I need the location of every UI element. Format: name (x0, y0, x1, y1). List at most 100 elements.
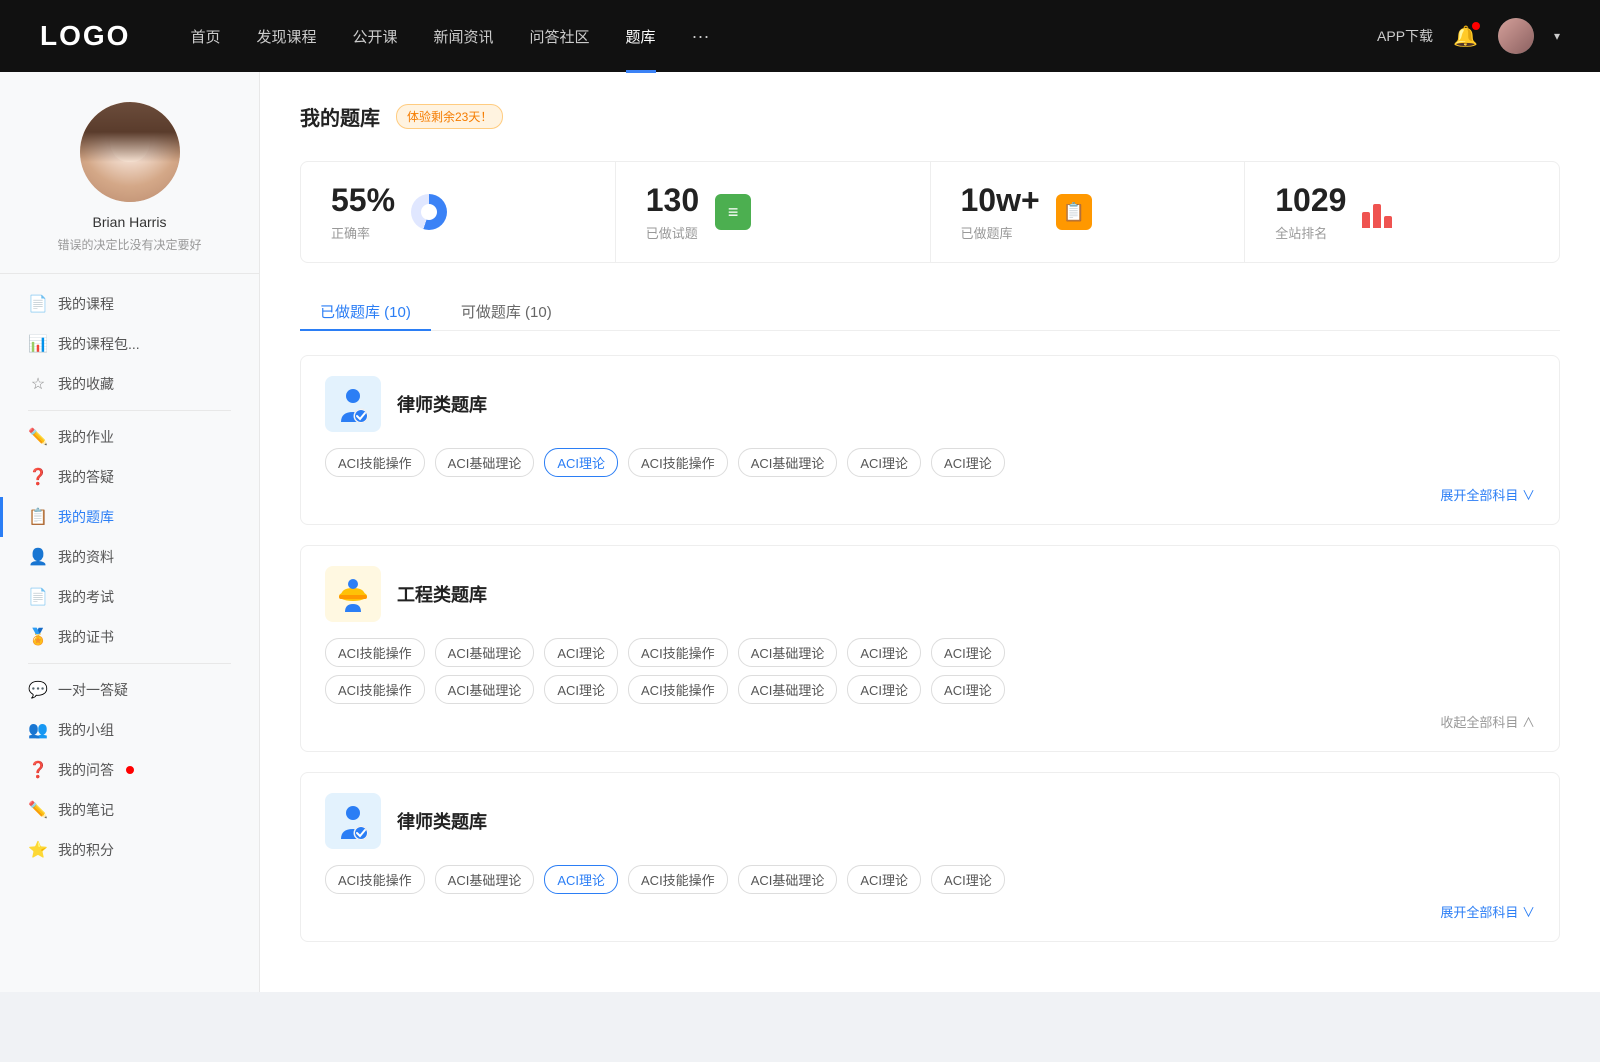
lawyer-svg-1 (333, 384, 373, 424)
trial-badge: 体验剩余23天！ (396, 104, 503, 129)
logo[interactable]: LOGO (40, 20, 130, 52)
stat-ranking: 1029 全站排名 (1245, 162, 1559, 262)
sidebar-item-homework[interactable]: ✏️ 我的作业 (10, 417, 249, 457)
sidebar-item-quiz-bank[interactable]: 📋 我的题库 (10, 497, 249, 537)
tag-eng-1-6[interactable]: ACI理论 (847, 638, 921, 667)
avatar-chevron-icon[interactable]: ▾ (1554, 29, 1560, 43)
nav-quiz[interactable]: 题库 (626, 26, 656, 47)
tag-lawyer1-2[interactable]: ACI基础理论 (435, 448, 535, 477)
stat-quiz-banks-value: 10w+ (961, 182, 1040, 219)
questions-icon-symbol: ≡ (728, 202, 739, 223)
ranking-chart-icon (1362, 194, 1398, 230)
quiz-section-3-header: 律师类题库 (325, 793, 1535, 849)
tag-lawyer1-1[interactable]: ACI技能操作 (325, 448, 425, 477)
homework-icon: ✏️ (28, 427, 48, 447)
tag-lawyer1-6[interactable]: ACI理论 (847, 448, 921, 477)
navbar-right: APP下载 🔔 ▾ (1377, 18, 1560, 54)
sidebar-item-one-on-one-label: 一对一答疑 (58, 680, 128, 700)
nav-open-course[interactable]: 公开课 (352, 26, 397, 47)
sidebar-profile: Brian Harris 错误的决定比没有决定要好 (0, 102, 259, 274)
nav-discover[interactable]: 发现课程 (256, 26, 316, 47)
sidebar-divider-2 (28, 663, 231, 664)
tag-lawyer2-3-active[interactable]: ACI理论 (544, 865, 618, 894)
quiz-section-3-expand[interactable]: 展开全部科目 ∨ (325, 902, 1535, 921)
tag-lawyer1-3-active[interactable]: ACI理论 (544, 448, 618, 477)
tag-eng-2-7[interactable]: ACI理论 (931, 675, 1005, 704)
my-notes-icon: ✏️ (28, 800, 48, 820)
my-profile-icon: 👤 (28, 547, 48, 567)
engineer-svg (333, 574, 373, 614)
sidebar-item-my-course-label: 我的课程 (58, 294, 114, 314)
quiz-section-1-expand[interactable]: 展开全部科目 ∨ (325, 485, 1535, 504)
sidebar-item-homework-label: 我的作业 (58, 427, 114, 447)
main-content: 我的题库 体验剩余23天！ 55% 正确率 130 已做试题 ≡ (260, 72, 1600, 992)
tag-eng-1-1[interactable]: ACI技能操作 (325, 638, 425, 667)
tag-lawyer1-4[interactable]: ACI技能操作 (628, 448, 728, 477)
tag-eng-1-5[interactable]: ACI基础理论 (738, 638, 838, 667)
stat-ranking-value: 1029 (1275, 182, 1346, 219)
tag-lawyer2-2[interactable]: ACI基础理论 (435, 865, 535, 894)
my-question-icon: ❓ (28, 760, 48, 780)
quiz-tabs: 已做题库 (10) 可做题库 (10) (300, 293, 1560, 331)
quiz-section-2-collapse[interactable]: 收起全部科目 ∧ (325, 712, 1535, 731)
nav-news[interactable]: 新闻资讯 (434, 26, 494, 47)
sidebar-item-my-profile[interactable]: 👤 我的资料 (10, 537, 249, 577)
sidebar-item-favorites[interactable]: ☆ 我的收藏 (10, 364, 249, 404)
lawyer-svg-2 (333, 801, 373, 841)
tag-eng-2-4[interactable]: ACI技能操作 (628, 675, 728, 704)
quiz-banks-icon-symbol: 📋 (1062, 202, 1084, 223)
sidebar-item-favorites-label: 我的收藏 (58, 374, 114, 394)
avatar[interactable] (1498, 18, 1534, 54)
sidebar-item-course-package[interactable]: 📊 我的课程包... (10, 324, 249, 364)
tag-eng-2-1[interactable]: ACI技能操作 (325, 675, 425, 704)
sidebar-item-my-course[interactable]: 📄 我的课程 (10, 284, 249, 324)
sidebar-item-certificate-label: 我的证书 (58, 627, 114, 647)
tag-eng-2-2[interactable]: ACI基础理论 (435, 675, 535, 704)
tab-done[interactable]: 已做题库 (10) (300, 293, 431, 330)
sidebar-item-my-question[interactable]: ❓ 我的问答 (10, 750, 249, 790)
tag-eng-2-5[interactable]: ACI基础理论 (738, 675, 838, 704)
stat-quiz-banks-info: 10w+ 已做题库 (961, 182, 1040, 242)
sidebar-item-my-points[interactable]: ⭐ 我的积分 (10, 830, 249, 870)
stat-accuracy: 55% 正确率 (301, 162, 616, 262)
sidebar-item-one-on-one[interactable]: 💬 一对一答疑 (10, 670, 249, 710)
tag-eng-1-2[interactable]: ACI基础理论 (435, 638, 535, 667)
tag-lawyer1-7[interactable]: ACI理论 (931, 448, 1005, 477)
sidebar-item-my-notes[interactable]: ✏️ 我的笔记 (10, 790, 249, 830)
one-on-one-icon: 💬 (28, 680, 48, 700)
tag-lawyer2-6[interactable]: ACI理论 (847, 865, 921, 894)
nav-home[interactable]: 首页 (190, 26, 220, 47)
sidebar-item-my-exam[interactable]: 📄 我的考试 (10, 577, 249, 617)
sidebar-item-my-qa[interactable]: ❓ 我的答疑 (10, 457, 249, 497)
tag-lawyer2-4[interactable]: ACI技能操作 (628, 865, 728, 894)
tag-eng-2-3[interactable]: ACI理论 (544, 675, 618, 704)
notification-bell[interactable]: 🔔 (1453, 24, 1478, 49)
chart-bar-2 (1373, 204, 1381, 228)
questions-icon: ≡ (715, 194, 751, 230)
tag-eng-1-7[interactable]: ACI理论 (931, 638, 1005, 667)
tag-eng-1-4[interactable]: ACI技能操作 (628, 638, 728, 667)
stat-questions-value: 130 (646, 182, 699, 219)
page-title: 我的题库 (300, 102, 380, 131)
accuracy-pie-icon (411, 194, 447, 230)
lawyer-icon-1 (325, 376, 381, 432)
tag-lawyer2-5[interactable]: ACI基础理论 (738, 865, 838, 894)
app-download-button[interactable]: APP下载 (1377, 26, 1433, 46)
sidebar-item-certificate[interactable]: 🏅 我的证书 (10, 617, 249, 657)
nav-more[interactable]: ··· (692, 26, 710, 47)
tag-lawyer1-5[interactable]: ACI基础理论 (738, 448, 838, 477)
sidebar-item-my-notes-label: 我的笔记 (58, 800, 114, 820)
tab-available[interactable]: 可做题库 (10) (441, 293, 572, 330)
stat-questions-info: 130 已做试题 (646, 182, 699, 242)
tag-lawyer2-7[interactable]: ACI理论 (931, 865, 1005, 894)
sidebar-username: Brian Harris (93, 214, 167, 230)
tag-lawyer2-1[interactable]: ACI技能操作 (325, 865, 425, 894)
notification-dot (1472, 22, 1480, 30)
my-points-icon: ⭐ (28, 840, 48, 860)
sidebar-item-my-group[interactable]: 👥 我的小组 (10, 710, 249, 750)
nav-qa[interactable]: 问答社区 (530, 26, 590, 47)
tag-eng-1-3[interactable]: ACI理论 (544, 638, 618, 667)
favorites-icon: ☆ (28, 374, 48, 394)
nav-menu: 首页 发现课程 公开课 新闻资讯 问答社区 题库 ··· (190, 26, 1377, 47)
tag-eng-2-6[interactable]: ACI理论 (847, 675, 921, 704)
